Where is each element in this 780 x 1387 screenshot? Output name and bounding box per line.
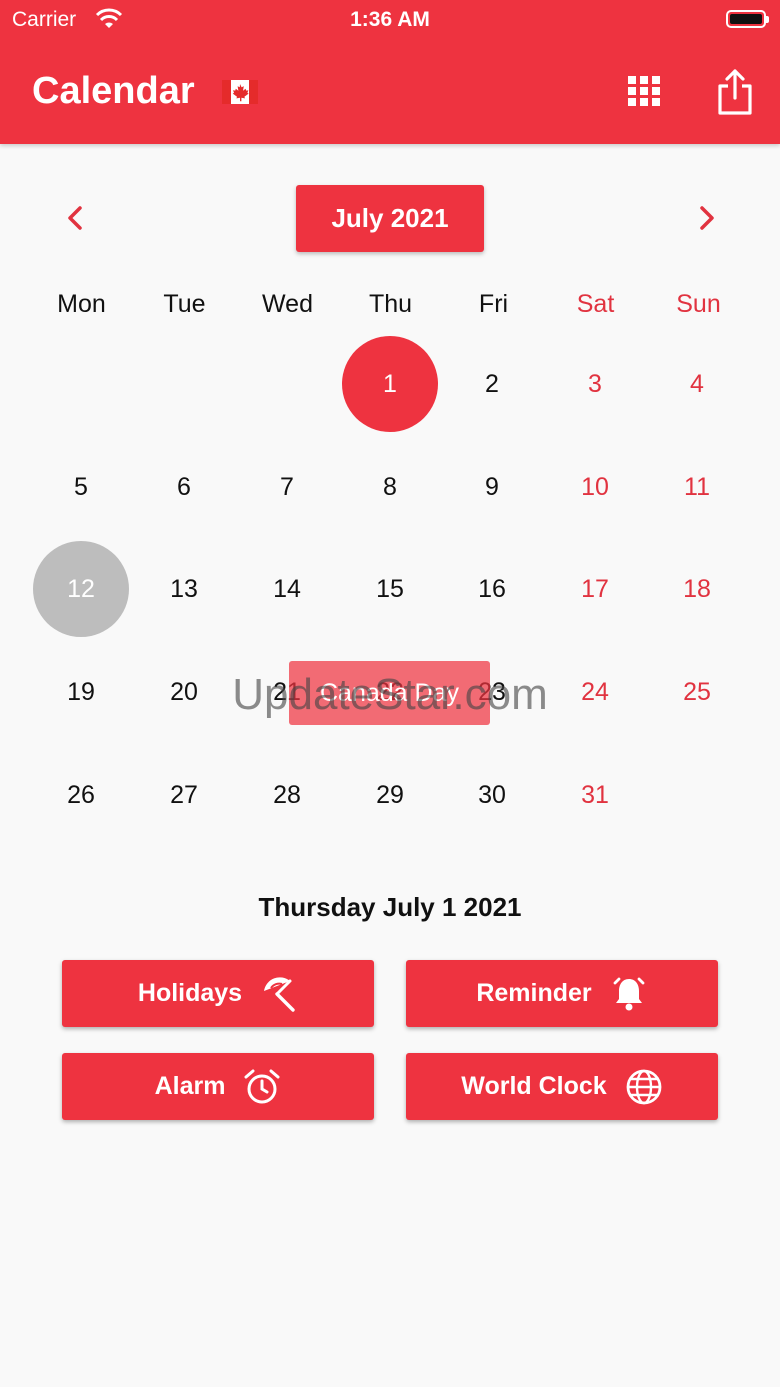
weekday-header: Mon Tue Wed Thu Fri Sat Sun	[30, 290, 750, 330]
day-cell[interactable]: 11	[649, 439, 745, 535]
holidays-label: Holidays	[137, 979, 243, 1007]
day-cell[interactable]: 24	[547, 644, 643, 740]
battery-icon	[726, 10, 769, 28]
day-cell[interactable]: 9	[444, 439, 540, 535]
bell-ring-icon	[613, 977, 645, 1010]
event-canada-day[interactable]: Canada Day	[289, 661, 490, 725]
reminder-button[interactable]: Reminder	[406, 960, 718, 1027]
day-cell[interactable]: 15	[342, 541, 438, 637]
weekday-mon: Mon	[57, 290, 106, 318]
app-header: Carrier 1:36 AM Calendar	[0, 0, 780, 144]
day-cell[interactable]: 3	[547, 336, 643, 432]
weekday-thu: Thu	[368, 290, 413, 318]
day-cell[interactable]: 12	[33, 541, 129, 637]
status-time: 1:36 AM	[350, 8, 430, 31]
day-cell[interactable]: 30	[444, 747, 540, 843]
day-cell[interactable]: 4	[649, 336, 745, 432]
app-title: Calendar	[32, 70, 195, 112]
beach-umbrella-icon	[264, 976, 295, 1012]
globe-icon	[626, 1069, 662, 1104]
day-cell[interactable]: 6	[136, 439, 232, 535]
day-cell[interactable]: 13	[136, 541, 232, 637]
day-cell[interactable]: 19	[33, 644, 129, 740]
day-cell[interactable]: 31	[547, 747, 643, 843]
day-cell[interactable]: 25	[649, 644, 745, 740]
world-clock-label: World Clock	[461, 1072, 607, 1100]
holidays-button[interactable]: Holidays	[62, 960, 374, 1027]
weekday-wed: Wed	[262, 290, 313, 318]
day-cell[interactable]: 10	[547, 439, 643, 535]
weekday-tue: Tue	[163, 290, 206, 318]
day-cell[interactable]: 2	[444, 336, 540, 432]
day-cell[interactable]: 29	[342, 747, 438, 843]
reminder-label: Reminder	[476, 979, 592, 1007]
alarm-clock-icon	[244, 1069, 280, 1103]
weekday-sat: Sat	[576, 290, 615, 318]
day-cell[interactable]: 8	[342, 439, 438, 535]
day-cell[interactable]: 7	[239, 439, 335, 535]
next-month-button[interactable]	[688, 200, 724, 236]
day-cell[interactable]: 5	[33, 439, 129, 535]
world-clock-button[interactable]: World Clock	[406, 1053, 718, 1120]
status-bar: Carrier 1:36 AM	[0, 0, 780, 40]
share-button[interactable]	[716, 68, 754, 116]
weekday-sun: Sun	[676, 290, 721, 318]
day-cell[interactable]: 1	[342, 336, 438, 432]
day-cell[interactable]: 14	[239, 541, 335, 637]
month-selector-button[interactable]: July 2021	[296, 185, 484, 252]
prev-month-button[interactable]	[58, 200, 94, 236]
day-cell[interactable]: 20	[136, 644, 232, 740]
alarm-label: Alarm	[154, 1072, 226, 1100]
day-cell[interactable]: 16	[444, 541, 540, 637]
canada-flag-icon	[222, 80, 258, 104]
alarm-button[interactable]: Alarm	[62, 1053, 374, 1120]
day-cell[interactable]: 18	[649, 541, 745, 637]
day-cell[interactable]: 17	[547, 541, 643, 637]
day-cell[interactable]: 28	[239, 747, 335, 843]
selected-date-label: Thursday July 1 2021	[258, 892, 522, 922]
grid-menu-button[interactable]	[626, 74, 662, 108]
day-cell[interactable]: 26	[33, 747, 129, 843]
day-cell[interactable]: 27	[136, 747, 232, 843]
weekday-fri: Fri	[478, 290, 509, 318]
